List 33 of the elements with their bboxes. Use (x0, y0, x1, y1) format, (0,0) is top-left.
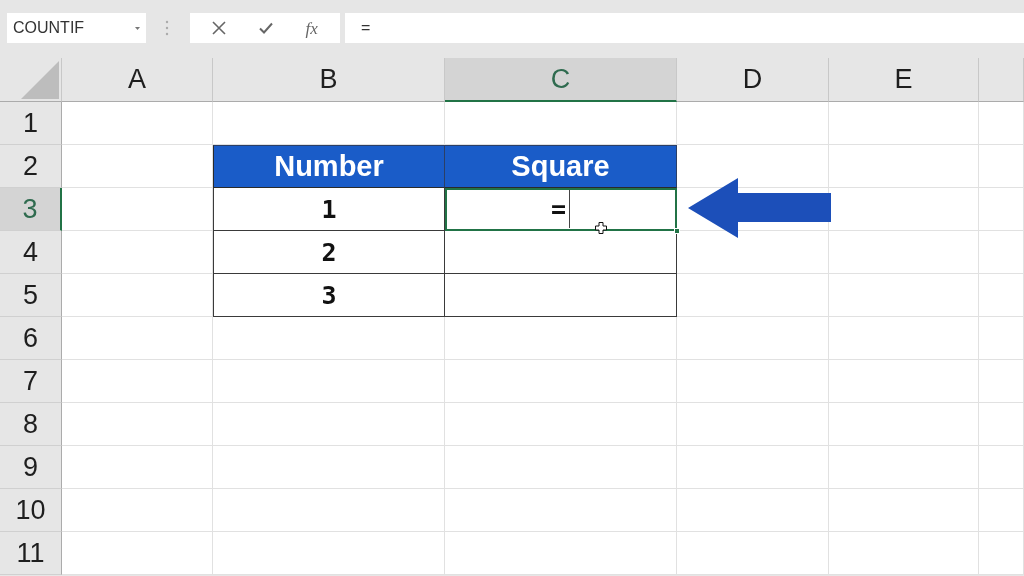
active-cell[interactable]: = (445, 188, 677, 231)
column-header[interactable]: A (62, 58, 213, 102)
function-button[interactable]: fx (305, 19, 318, 37)
row-header[interactable]: 3 (0, 188, 62, 231)
table-cell: 1 (213, 188, 445, 231)
row-header[interactable]: 8 (0, 403, 62, 446)
table-cell: 2 (213, 231, 445, 274)
caret-icon[interactable] (135, 26, 140, 30)
column-header[interactable]: C (445, 58, 677, 102)
row-header[interactable]: 11 (0, 532, 62, 575)
row-header[interactable]: 1 (0, 102, 62, 145)
row-header[interactable]: 4 (0, 231, 62, 274)
fill-handle-icon[interactable] (674, 228, 680, 234)
cross-cursor-icon (595, 222, 607, 234)
grip-dots-icon[interactable] (165, 20, 169, 36)
column-header[interactable]: B (213, 58, 445, 102)
row-header[interactable]: 10 (0, 489, 62, 532)
text-cursor-icon (569, 190, 571, 228)
close-icon[interactable] (212, 21, 227, 35)
column-header[interactable]: E (829, 58, 979, 102)
checkmark-icon[interactable] (258, 21, 273, 35)
table-header-cell: Number (213, 145, 445, 188)
row-header[interactable]: 9 (0, 446, 62, 489)
row-header[interactable]: 5 (0, 274, 62, 317)
name-box[interactable]: COUNTIF (7, 13, 146, 43)
table-cell: 3 (213, 274, 445, 317)
column-header[interactable]: D (677, 58, 829, 102)
row-header[interactable]: 2 (0, 145, 62, 188)
row-header[interactable]: 7 (0, 360, 62, 403)
triangle-icon (21, 61, 59, 99)
formula-field[interactable]: = (345, 13, 1024, 43)
table-header-cell: Square (445, 145, 677, 188)
row-header[interactable]: 6 (0, 317, 62, 360)
